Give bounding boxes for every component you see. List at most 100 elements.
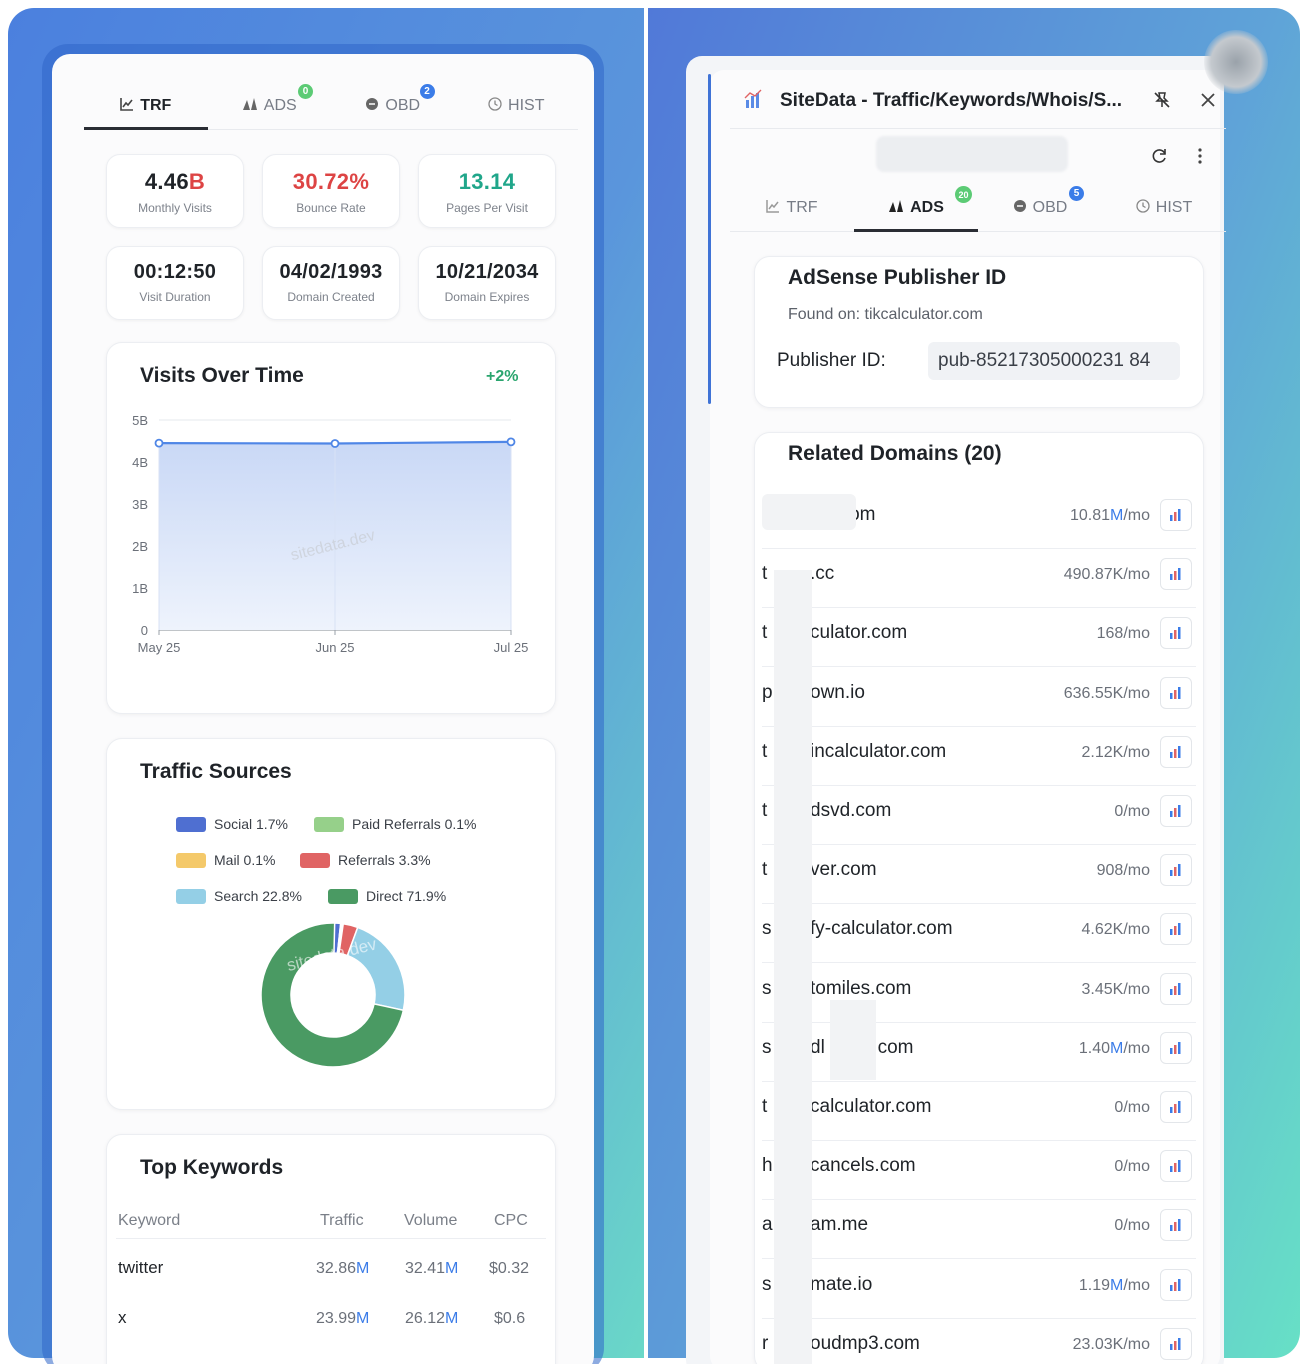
domain-traffic: 0/mo: [1114, 803, 1150, 820]
traffic-cell: 23.99M: [316, 1310, 370, 1327]
obd-icon: [1013, 199, 1027, 216]
bar-chart-icon[interactable]: [1160, 499, 1192, 531]
adsense-title: AdSense Publisher ID: [788, 266, 1007, 289]
bar-chart-icon[interactable]: [1160, 1209, 1192, 1242]
legend-swatch: [176, 816, 206, 832]
related-domain-row[interactable]: p own.io 636.55K/mo: [762, 668, 1196, 727]
stat-label: Monthly Visits: [138, 201, 212, 215]
tab-ads[interactable]: ADS 20: [854, 184, 978, 232]
traffic-cell: 32.86M: [316, 1260, 370, 1277]
close-icon[interactable]: [1198, 90, 1218, 110]
legend-item[interactable]: Paid Referrals 0.1%: [314, 816, 477, 832]
legend-item[interactable]: Direct 71.9%: [328, 888, 446, 904]
volume-column-header: Volume: [404, 1212, 458, 1229]
more-options-icon[interactable]: [1190, 146, 1210, 166]
stat-label: Visit Duration: [139, 290, 211, 304]
legend-item[interactable]: Mail 0.1%: [176, 852, 275, 868]
legend-label: Mail 0.1%: [214, 852, 276, 868]
obd-count-badge: 5: [1069, 186, 1084, 201]
legend-swatch: [300, 852, 330, 868]
tab-hist[interactable]: HIST: [455, 82, 579, 129]
y-tick-label: 4B: [132, 455, 148, 470]
x-tick-label: Jun 25: [315, 640, 354, 655]
bar-chart-icon[interactable]: [1160, 1031, 1192, 1064]
legend-item[interactable]: Search 22.8%: [176, 888, 302, 904]
ads-count-badge: 20: [955, 186, 972, 203]
bar-chart-icon[interactable]: [1160, 558, 1192, 591]
related-domain-row[interactable]: h cancels.com 0/mo: [762, 1141, 1196, 1201]
adsense-found-on: Found on: tikcalculator.com: [788, 306, 983, 323]
tab-trf[interactable]: TRF: [730, 184, 854, 231]
cpc-column-header: CPC: [494, 1212, 528, 1229]
related-domain-row[interactable]: s fy-calculator.com 4.62K/mo: [762, 904, 1196, 964]
tab-hist[interactable]: HIST: [1102, 184, 1226, 231]
bar-chart-icon[interactable]: [1160, 735, 1192, 768]
domain-traffic: 908/mo: [1096, 862, 1150, 880]
redaction-block: [830, 1000, 876, 1080]
chart-line-icon: [766, 199, 780, 216]
related-domain-row[interactable]: a am.me 0/mo: [762, 1200, 1196, 1260]
y-tick-label: 0: [141, 623, 148, 638]
publisher-id-value: pub-85217305000231 84: [938, 350, 1151, 371]
tab-obd[interactable]: OBD 2: [331, 82, 455, 129]
cpc-cell: $0.32: [489, 1260, 530, 1277]
domain-traffic: 0/mo: [1114, 1158, 1150, 1176]
legend-label: Referrals 3.3%: [338, 852, 431, 868]
tab-label: OBD: [1032, 198, 1068, 216]
stat-domain-expires: 10/21/2034 Domain Expires: [418, 246, 556, 320]
related-domain-row[interactable]: r oudmp3.com 23.03K/mo: [762, 1319, 1196, 1364]
sitedata-logo-icon: [744, 88, 764, 112]
bar-chart-icon[interactable]: [1160, 1327, 1192, 1360]
legend-item[interactable]: Social 1.7%: [176, 816, 288, 832]
related-domain-row[interactable]: t dsvd.com 0/mo: [762, 786, 1196, 845]
related-domain-row[interactable]: t culator.com 168/mo: [762, 608, 1196, 668]
bar-chart-icon[interactable]: [1160, 1268, 1192, 1301]
stat-pages-per-visit: 13.14 Pages Per Visit: [418, 154, 556, 228]
bar-chart-icon[interactable]: [1160, 972, 1192, 1005]
keywords-header-divider: [116, 1238, 546, 1239]
tab-label: OBD: [385, 96, 421, 114]
refresh-icon[interactable]: [1150, 146, 1170, 166]
related-domain-row[interactable]: t incalculator.com 2.12K/mo: [762, 727, 1196, 786]
domain-traffic: 0/mo: [1114, 1099, 1150, 1116]
tab-obd[interactable]: OBD 5: [978, 184, 1102, 231]
cpc-cell: $0.6: [494, 1310, 526, 1327]
legend-item[interactable]: Referrals 3.3%: [300, 852, 431, 868]
stat-label: Pages Per Visit: [446, 201, 528, 215]
tab-label: HIST: [1155, 198, 1193, 216]
legend-label: Direct 71.9%: [366, 888, 447, 904]
publisher-id-field[interactable]: pub-85217305000231 84: [928, 342, 1180, 380]
redaction-block: [762, 494, 856, 530]
window-title: SiteData - Traffic/Keywords/Whois/S...: [780, 90, 1123, 111]
domain-traffic: 10.81M/mo: [1069, 507, 1150, 524]
bar-chart-icon[interactable]: [1160, 676, 1192, 709]
domain-traffic: 168/mo: [1096, 625, 1150, 643]
top-keywords-title: Top Keywords: [140, 1156, 284, 1179]
bar-chart-icon[interactable]: [1160, 1091, 1192, 1123]
related-domain-row[interactable]: t .cc 490.87K/mo: [762, 549, 1196, 609]
tab-label: TRF: [786, 198, 818, 216]
x-tick-label: May 25: [138, 640, 181, 655]
related-domain-row[interactable]: t ver.com 908/mo: [762, 845, 1196, 905]
bar-chart-icon[interactable]: [1160, 854, 1192, 887]
related-domains-title: Related Domains (20): [788, 442, 1002, 465]
bar-chart-icon[interactable]: [1160, 1150, 1192, 1183]
y-tick-label: 1B: [132, 581, 148, 596]
volume-cell: 26.12M: [405, 1310, 459, 1327]
y-tick-label: 3B: [132, 497, 148, 512]
bar-chart-icon[interactable]: [1160, 795, 1192, 827]
related-domain-row[interactable]: t calculator.com 0/mo: [762, 1082, 1196, 1141]
tab-label: HIST: [508, 96, 545, 114]
pin-off-icon[interactable]: [1152, 90, 1172, 110]
blurred-avatar: [1204, 30, 1268, 94]
stat-bounce-rate: 30.72% Bounce Rate: [262, 154, 400, 228]
related-domain-row[interactable]: s mate.io 1.19M/mo: [762, 1260, 1196, 1319]
bar-chart-icon[interactable]: [1160, 913, 1192, 946]
tab-label: ADS: [910, 198, 944, 216]
bar-chart-icon[interactable]: [1160, 617, 1192, 650]
tab-trf[interactable]: TRF: [84, 82, 208, 130]
related-domain-row[interactable]: s dl ate.com 1.40M/mo: [762, 1023, 1196, 1082]
tab-ads[interactable]: ADS 0: [208, 82, 332, 129]
related-domain-row[interactable]: s tomiles.com 3.45K/mo: [762, 964, 1196, 1023]
domain-traffic: 1.40M/mo: [1078, 1039, 1150, 1057]
